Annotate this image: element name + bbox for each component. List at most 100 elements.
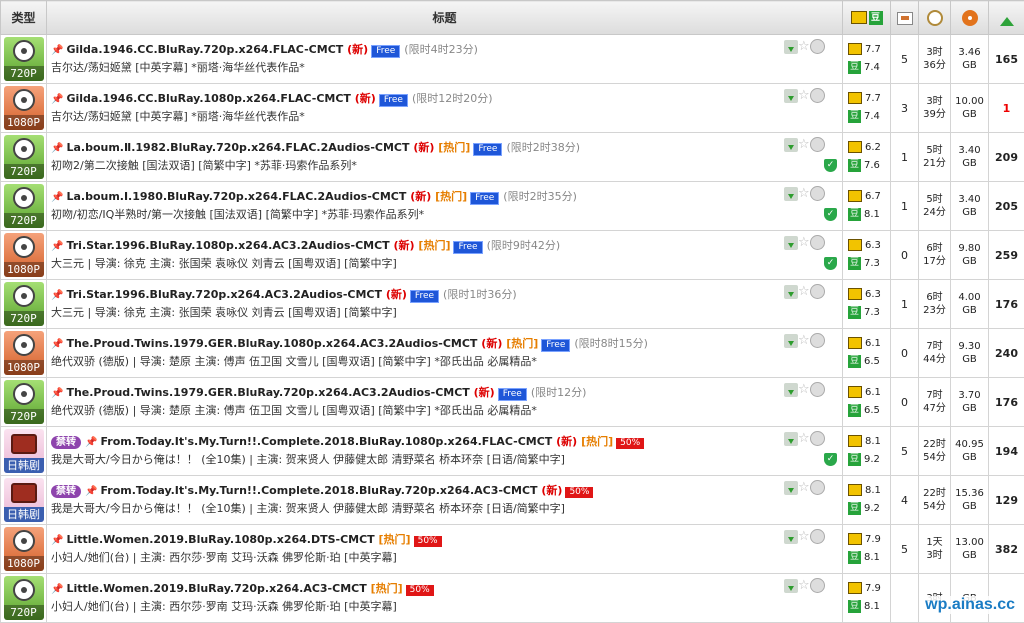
comments-count[interactable]: 3 bbox=[891, 84, 919, 133]
category-badge[interactable]: 720P bbox=[4, 282, 44, 326]
category-badge[interactable]: 1080P bbox=[4, 86, 44, 130]
category-badge[interactable]: 720P bbox=[4, 37, 44, 81]
category-badge[interactable]: 1080P bbox=[4, 233, 44, 277]
category-badge[interactable]: 日韩剧 bbox=[4, 429, 44, 473]
torrent-name-link[interactable]: La.boum.Ⅰ.1980.BluRay.720p.x264.FLAC.2Au… bbox=[66, 190, 406, 203]
table-row[interactable]: 日韩剧禁转📌From.Today.It's.My.Turn!!.Complete… bbox=[1, 476, 1024, 525]
comments-count[interactable] bbox=[891, 574, 919, 623]
bookmark-star-icon[interactable]: ☆ bbox=[798, 431, 810, 446]
download-icon[interactable] bbox=[784, 285, 798, 299]
col-seeders-header[interactable] bbox=[989, 1, 1024, 35]
table-row[interactable]: 720P📌Little.Women.2019.BluRay.720p.x264.… bbox=[1, 574, 1024, 623]
seeders-count[interactable]: 129 bbox=[989, 476, 1024, 525]
table-row[interactable]: 720P📌La.boum.Ⅱ.1982.BluRay.720p.x264.FLA… bbox=[1, 133, 1024, 182]
table-row[interactable]: 720P📌The.Proud.Twins.1979.GER.BluRay.720… bbox=[1, 378, 1024, 427]
category-cell[interactable]: 1080P bbox=[1, 329, 47, 378]
category-cell[interactable]: 720P bbox=[1, 378, 47, 427]
bookmark-star-icon[interactable]: ☆ bbox=[798, 284, 810, 299]
col-type-header[interactable]: 类型 bbox=[1, 1, 47, 35]
category-badge[interactable]: 日韩剧 bbox=[4, 478, 44, 522]
download-icon[interactable] bbox=[784, 236, 798, 250]
comments-count[interactable]: 1 bbox=[891, 182, 919, 231]
col-comments-header[interactable] bbox=[891, 1, 919, 35]
col-time-header[interactable] bbox=[919, 1, 951, 35]
category-cell[interactable]: 1080P bbox=[1, 84, 47, 133]
category-cell[interactable]: 720P bbox=[1, 574, 47, 623]
category-badge[interactable]: 720P bbox=[4, 576, 44, 620]
bookmark-star-icon[interactable]: ☆ bbox=[798, 39, 810, 54]
torrent-name-link[interactable]: Little.Women.2019.BluRay.1080p.x264.DTS-… bbox=[66, 533, 374, 546]
download-icon[interactable] bbox=[784, 187, 798, 201]
torrent-name-link[interactable]: The.Proud.Twins.1979.GER.BluRay.720p.x26… bbox=[66, 386, 469, 399]
category-cell[interactable]: 1080P bbox=[1, 525, 47, 574]
table-row[interactable]: 1080P📌Gilda.1946.CC.BluRay.1080p.x264.FL… bbox=[1, 84, 1024, 133]
bookmark-star-icon[interactable]: ☆ bbox=[798, 88, 810, 103]
table-row[interactable]: 1080P📌The.Proud.Twins.1979.GER.BluRay.10… bbox=[1, 329, 1024, 378]
seeders-count[interactable]: 176 bbox=[989, 280, 1024, 329]
comments-count[interactable]: 5 bbox=[891, 525, 919, 574]
bookmark-star-icon[interactable]: ☆ bbox=[798, 235, 810, 250]
category-cell[interactable]: 720P bbox=[1, 182, 47, 231]
seeders-count[interactable]: 1 bbox=[989, 84, 1024, 133]
table-row[interactable]: 1080P📌Little.Women.2019.BluRay.1080p.x26… bbox=[1, 525, 1024, 574]
bookmark-star-icon[interactable]: ☆ bbox=[798, 480, 810, 495]
torrent-name-link[interactable]: From.Today.It's.My.Turn!!.Complete.2018.… bbox=[100, 484, 537, 497]
category-cell[interactable]: 720P bbox=[1, 133, 47, 182]
download-icon[interactable] bbox=[784, 481, 798, 495]
seeders-count[interactable]: 176 bbox=[989, 378, 1024, 427]
category-badge[interactable]: 720P bbox=[4, 380, 44, 424]
seeders-count[interactable]: 194 bbox=[989, 427, 1024, 476]
col-title-header[interactable]: 标题 bbox=[47, 1, 843, 35]
table-row[interactable]: 日韩剧禁转📌From.Today.It's.My.Turn!!.Complete… bbox=[1, 427, 1024, 476]
category-cell[interactable]: 日韩剧 bbox=[1, 427, 47, 476]
category-cell[interactable]: 720P bbox=[1, 280, 47, 329]
category-badge[interactable]: 1080P bbox=[4, 527, 44, 571]
col-size-header[interactable] bbox=[951, 1, 989, 35]
comments-count[interactable]: 1 bbox=[891, 133, 919, 182]
torrent-name-link[interactable]: Tri.Star.1996.BluRay.720p.x264.AC3.2Audi… bbox=[66, 288, 382, 301]
table-row[interactable]: 720P📌Tri.Star.1996.BluRay.720p.x264.AC3.… bbox=[1, 280, 1024, 329]
bookmark-star-icon[interactable]: ☆ bbox=[798, 382, 810, 397]
download-icon[interactable] bbox=[784, 383, 798, 397]
seeders-count[interactable]: 209 bbox=[989, 133, 1024, 182]
bookmark-star-icon[interactable]: ☆ bbox=[798, 137, 810, 152]
torrent-name-link[interactable]: Gilda.1946.CC.BluRay.1080p.x264.FLAC-CMC… bbox=[66, 92, 350, 105]
seeders-count[interactable]: 205 bbox=[989, 182, 1024, 231]
category-cell[interactable]: 1080P bbox=[1, 231, 47, 280]
category-cell[interactable]: 720P bbox=[1, 35, 47, 84]
comments-count[interactable]: 0 bbox=[891, 231, 919, 280]
seeders-count[interactable]: 259 bbox=[989, 231, 1024, 280]
torrent-name-link[interactable]: The.Proud.Twins.1979.GER.BluRay.1080p.x2… bbox=[66, 337, 477, 350]
download-icon[interactable] bbox=[784, 89, 798, 103]
table-row[interactable]: 720P📌Gilda.1946.CC.BluRay.720p.x264.FLAC… bbox=[1, 35, 1024, 84]
table-row[interactable]: 1080P📌Tri.Star.1996.BluRay.1080p.x264.AC… bbox=[1, 231, 1024, 280]
comments-count[interactable]: 0 bbox=[891, 329, 919, 378]
download-icon[interactable] bbox=[784, 334, 798, 348]
category-badge[interactable]: 720P bbox=[4, 184, 44, 228]
comments-count[interactable]: 5 bbox=[891, 427, 919, 476]
category-badge[interactable]: 720P bbox=[4, 135, 44, 179]
bookmark-star-icon[interactable]: ☆ bbox=[798, 578, 810, 593]
seeders-count[interactable]: 165 bbox=[989, 35, 1024, 84]
comments-count[interactable]: 1 bbox=[891, 280, 919, 329]
download-icon[interactable] bbox=[784, 138, 798, 152]
bookmark-star-icon[interactable]: ☆ bbox=[798, 529, 810, 544]
bookmark-star-icon[interactable]: ☆ bbox=[798, 186, 810, 201]
torrent-name-link[interactable]: From.Today.It's.My.Turn!!.Complete.2018.… bbox=[100, 435, 552, 448]
table-row[interactable]: 720P📌La.boum.Ⅰ.1980.BluRay.720p.x264.FLA… bbox=[1, 182, 1024, 231]
comments-count[interactable]: 0 bbox=[891, 378, 919, 427]
torrent-name-link[interactable]: Little.Women.2019.BluRay.720p.x264.AC3-C… bbox=[66, 582, 366, 595]
torrent-name-link[interactable]: La.boum.Ⅱ.1982.BluRay.720p.x264.FLAC.2Au… bbox=[66, 141, 409, 154]
category-badge[interactable]: 1080P bbox=[4, 331, 44, 375]
download-icon[interactable] bbox=[784, 432, 798, 446]
download-icon[interactable] bbox=[784, 40, 798, 54]
comments-count[interactable]: 4 bbox=[891, 476, 919, 525]
torrent-name-link[interactable]: Gilda.1946.CC.BluRay.720p.x264.FLAC-CMCT bbox=[66, 43, 343, 56]
download-icon[interactable] bbox=[784, 530, 798, 544]
torrent-name-link[interactable]: Tri.Star.1996.BluRay.1080p.x264.AC3.2Aud… bbox=[66, 239, 389, 252]
col-rating-header[interactable]: 豆 bbox=[843, 1, 891, 35]
bookmark-star-icon[interactable]: ☆ bbox=[798, 333, 810, 348]
comments-count[interactable]: 5 bbox=[891, 35, 919, 84]
seeders-count[interactable]: 240 bbox=[989, 329, 1024, 378]
category-cell[interactable]: 日韩剧 bbox=[1, 476, 47, 525]
